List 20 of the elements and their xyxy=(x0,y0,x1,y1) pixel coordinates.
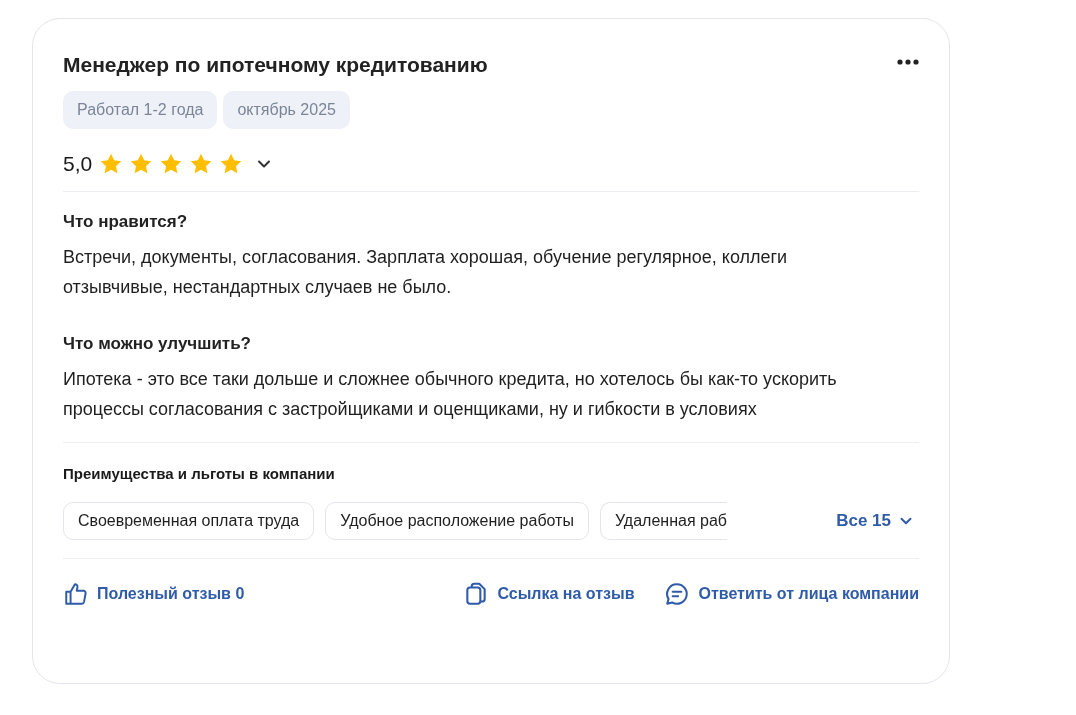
benefit-chip: Своевременная оплата труда xyxy=(63,502,315,540)
section-heading: Что можно улучшить? xyxy=(63,334,252,354)
tag: Работал 1-2 года xyxy=(63,91,218,129)
helpful-button[interactable]: Полезный отзыв 0 xyxy=(63,581,245,607)
more-button[interactable] xyxy=(897,59,919,65)
reply-button[interactable]: Ответить от лица компании xyxy=(664,581,919,607)
chat-icon xyxy=(664,581,691,607)
more-icon xyxy=(897,59,919,65)
thumbs-up-icon xyxy=(63,581,89,607)
review-text: Ипотека - это все таки дольше и сложнее обычного кредита, но хотелось бы как-то ускорить процессы согласования с застройщиками и оценщиками, ну и гибкости в условиях xyxy=(63,368,838,421)
review-title: Менеджер по ипотечному кредитованию xyxy=(63,53,488,77)
section-heading: Что нравится? xyxy=(63,212,189,232)
show-all-button[interactable]: Все 15 xyxy=(836,511,919,531)
review-text: Встречи, документы, согласования. Зарплата хорошая, обучение регулярное, коллеги отзывчивые, нестандартных случаев не было. xyxy=(63,246,789,299)
rating-score: 5,0 xyxy=(63,152,93,176)
review-link-button[interactable]: Ссылка на отзыв xyxy=(463,581,635,607)
tag: октябрь 2025 xyxy=(223,91,350,129)
benefit-chip: Удаленная раб xyxy=(599,502,727,540)
benefits-heading: Преимущества и льготы в компании xyxy=(63,465,336,482)
benefit-chip: Удобное расположение работы xyxy=(325,502,589,540)
